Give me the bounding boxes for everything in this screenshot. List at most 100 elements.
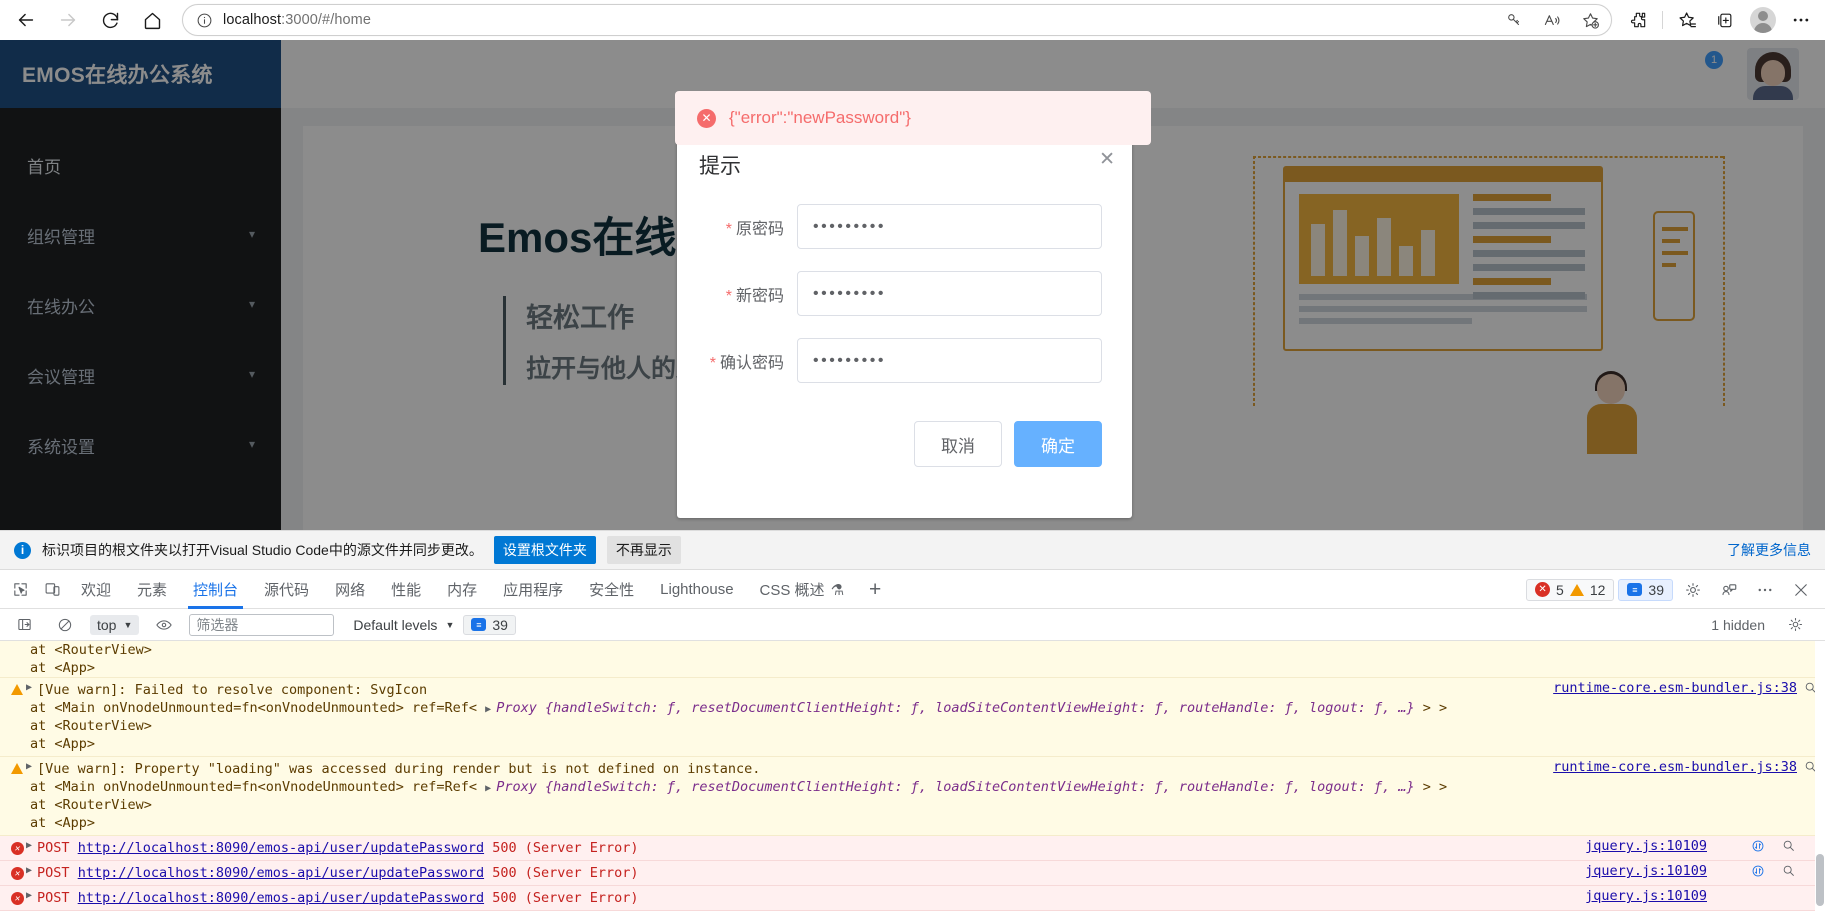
old-password-input[interactable]: •••••••••: [797, 204, 1102, 249]
dont-show-again-button[interactable]: 不再显示: [606, 536, 681, 564]
log-row[interactable]: at <RouterView>: [0, 641, 1825, 659]
network-request-icon[interactable]: [1751, 864, 1765, 878]
log-levels-selector[interactable]: Default levels ▼: [353, 617, 454, 633]
log-row[interactable]: ▶ [Vue warn]: Failed to resolve componen…: [0, 678, 1825, 699]
request-url-link[interactable]: http://localhost:8090/emos-api/user/upda…: [78, 865, 484, 881]
collections-icon[interactable]: [1707, 2, 1743, 38]
add-favorite-icon[interactable]: [1575, 6, 1605, 34]
log-row[interactable]: at <Main onVnodeUnmounted=fn<onVnodeUnmo…: [0, 778, 1825, 796]
tab-sources[interactable]: 源代码: [251, 571, 322, 609]
tab-lighthouse[interactable]: Lighthouse: [647, 571, 746, 609]
address-bar-url[interactable]: localhost:3000/#/home: [223, 12, 1491, 28]
source-link[interactable]: runtime-core.esm-bundler.js:38: [1553, 759, 1797, 775]
console-log-list[interactable]: at <RouterView> at <App> ▶ [Vue warn]: F…: [0, 641, 1825, 918]
console-scrollbar[interactable]: [1815, 641, 1825, 918]
issues-counter[interactable]: ✕ 5 12: [1526, 578, 1615, 601]
forward-button[interactable]: [48, 2, 88, 38]
log-row[interactable]: ✕ ▶ POST http://localhost:8090/emos-api/…: [0, 886, 1825, 911]
tab-memory[interactable]: 内存: [434, 571, 490, 609]
expand-toggle-icon[interactable]: ▶: [485, 783, 491, 794]
request-url-link[interactable]: http://localhost:8090/emos-api/user/upda…: [78, 840, 484, 856]
log-row[interactable]: at <RouterView>: [0, 717, 1825, 735]
dialog-title: 提示: [699, 155, 741, 178]
tab-performance[interactable]: 性能: [378, 571, 434, 609]
source-search-icon[interactable]: [1782, 864, 1795, 877]
browser-more-options-icon[interactable]: [1783, 2, 1819, 38]
back-button[interactable]: [6, 2, 46, 38]
tab-css-overview[interactable]: CSS 概述 ⚗: [747, 571, 857, 609]
expand-toggle-icon[interactable]: ▶: [26, 682, 32, 693]
new-password-input[interactable]: •••••••••: [797, 271, 1102, 316]
close-icon[interactable]: ✕: [1099, 150, 1115, 169]
browser-toolbar: localhost:3000/#/home: [0, 0, 1825, 40]
log-row[interactable]: ✕ ▶ POST http://localhost:8090/emos-api/…: [0, 861, 1825, 886]
source-link[interactable]: jquery.js:10109: [1585, 888, 1707, 904]
log-message: at <App>: [30, 736, 96, 752]
vscode-notification-bar: i 标识项目的根文件夹以打开Visual Studio Code中的源文件并同步…: [0, 530, 1825, 570]
log-row[interactable]: at <RouterView>: [0, 796, 1825, 814]
log-row[interactable]: ✕ ▶ POST http://localhost:8090/emos-api/…: [0, 836, 1825, 861]
add-panel-button[interactable]: +: [857, 578, 893, 602]
network-request-icon[interactable]: [1751, 839, 1765, 853]
learn-more-link[interactable]: 了解更多信息: [1727, 540, 1811, 560]
expand-toggle-icon[interactable]: ▶: [26, 840, 32, 851]
message-count: 39: [1648, 581, 1664, 598]
log-row[interactable]: at <App>: [0, 735, 1825, 757]
devices-icon[interactable]: [1713, 575, 1745, 605]
source-search-icon[interactable]: [1782, 839, 1795, 852]
confirm-password-label: * 确认密码: [677, 349, 797, 373]
home-button[interactable]: [132, 2, 172, 38]
confirm-button[interactable]: 确定: [1014, 421, 1102, 467]
source-link[interactable]: jquery.js:10109: [1585, 838, 1707, 854]
expand-toggle-icon[interactable]: ▶: [26, 865, 32, 876]
address-bar[interactable]: localhost:3000/#/home: [182, 4, 1612, 36]
filter-input[interactable]: 筛选器: [189, 613, 335, 636]
log-row[interactable]: ▶ [Vue warn]: Property "loading" was acc…: [0, 757, 1825, 778]
read-aloud-icon[interactable]: [1537, 6, 1567, 34]
reload-button[interactable]: [90, 2, 130, 38]
toolbar-message-counter[interactable]: ≡ 39: [463, 614, 516, 635]
toast-message: {"error":"newPassword"}: [729, 108, 911, 127]
device-toolbar-icon[interactable]: [36, 575, 68, 605]
key-icon[interactable]: [1499, 6, 1529, 34]
console-settings-gear-icon[interactable]: [1779, 610, 1811, 640]
tab-elements[interactable]: 元素: [124, 571, 180, 609]
confirm-password-input[interactable]: •••••••••: [797, 338, 1102, 383]
profile-avatar[interactable]: [1745, 2, 1781, 38]
source-link[interactable]: jquery.js:10109: [1585, 863, 1707, 879]
console-sidebar-icon[interactable]: [8, 610, 40, 640]
log-row[interactable]: at <App>: [0, 814, 1825, 836]
live-expression-icon[interactable]: [148, 610, 180, 640]
tab-welcome[interactable]: 欢迎: [68, 571, 124, 609]
messages-counter[interactable]: ≡ 39: [1618, 578, 1673, 601]
expand-toggle-icon[interactable]: ▶: [26, 890, 32, 901]
info-icon: i: [14, 541, 31, 559]
gear-icon[interactable]: [1677, 575, 1709, 605]
tab-application[interactable]: 应用程序: [490, 571, 576, 609]
devtools-more-options-icon[interactable]: [1749, 575, 1781, 605]
cancel-button[interactable]: 取消: [914, 421, 1002, 467]
site-info-icon[interactable]: [193, 9, 215, 31]
tab-network[interactable]: 网络: [322, 571, 378, 609]
inspect-element-icon[interactable]: [4, 575, 36, 605]
error-circle-icon: ✕: [8, 840, 26, 855]
set-root-folder-button[interactable]: 设置根文件夹: [493, 536, 596, 564]
request-url-link[interactable]: http://localhost:8090/emos-api/user/upda…: [78, 890, 484, 906]
expand-toggle-icon[interactable]: ▶: [485, 704, 491, 715]
form-row-new-password: * 新密码 •••••••••: [677, 271, 1102, 316]
log-prefix: at <Main onVnodeUnmounted=fn<onVnodeUnmo…: [30, 700, 486, 716]
proxy-object[interactable]: Proxy {handleSwitch: ƒ, resetDocumentCli…: [496, 700, 1414, 716]
scrollbar-thumb[interactable]: [1816, 854, 1824, 906]
clear-console-icon[interactable]: [49, 610, 81, 640]
expand-toggle-icon[interactable]: ▶: [26, 761, 32, 772]
tab-console[interactable]: 控制台: [180, 571, 251, 609]
log-row[interactable]: at <Main onVnodeUnmounted=fn<onVnodeUnmo…: [0, 699, 1825, 717]
log-row[interactable]: at <App>: [0, 659, 1825, 678]
favorites-icon[interactable]: [1669, 2, 1705, 38]
close-icon[interactable]: [1785, 575, 1817, 605]
extensions-icon[interactable]: [1620, 2, 1656, 38]
context-selector[interactable]: top ▼: [90, 614, 140, 635]
source-link[interactable]: runtime-core.esm-bundler.js:38: [1553, 680, 1797, 696]
proxy-object[interactable]: Proxy {handleSwitch: ƒ, resetDocumentCli…: [496, 779, 1414, 795]
tab-security[interactable]: 安全性: [576, 571, 647, 609]
